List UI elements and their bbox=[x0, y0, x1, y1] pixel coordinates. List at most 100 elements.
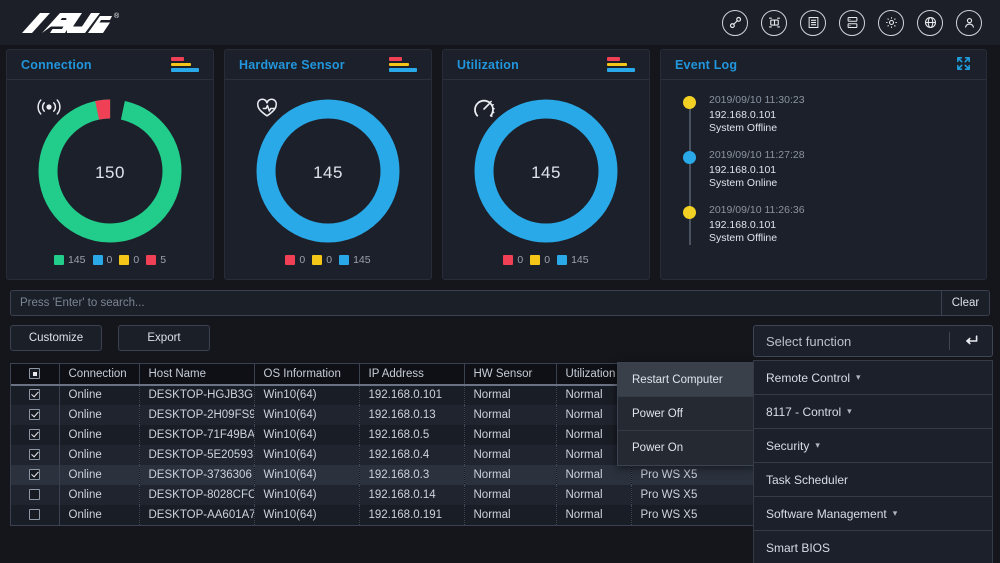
column-header-ip-address[interactable]: IP Address bbox=[359, 364, 464, 385]
user-icon[interactable] bbox=[956, 10, 982, 36]
context-menu-item-power-off[interactable]: Power Off bbox=[618, 397, 756, 431]
card-event-log: Event Log 2019/09/10 11:30:23 192.168.0.… bbox=[660, 49, 987, 280]
column-header-os-information[interactable]: OS Information bbox=[254, 364, 359, 385]
legend-value: 5 bbox=[160, 254, 166, 266]
cell-hw-sensor: Normal bbox=[464, 465, 556, 485]
event-item[interactable]: 2019/09/10 11:30:23 192.168.0.101 System… bbox=[683, 94, 986, 149]
column-header-hw-sensor[interactable]: HW Sensor bbox=[464, 364, 556, 385]
card-connection-body: 150 145 0 0 5 bbox=[7, 80, 213, 279]
search-input[interactable] bbox=[11, 291, 941, 315]
select-all-checkbox[interactable] bbox=[29, 368, 40, 379]
cell-ip-address: 192.168.0.191 bbox=[359, 505, 464, 525]
row-checkbox[interactable] bbox=[29, 489, 40, 500]
bar-chart-icon[interactable] bbox=[607, 57, 635, 72]
chevron-down-icon: ▾ bbox=[893, 508, 898, 519]
hardware-sensor-donut-chart: 145 bbox=[254, 97, 402, 245]
function-item-security[interactable]: Security ▾ bbox=[754, 428, 992, 462]
enter-arrow-icon[interactable] bbox=[950, 334, 992, 348]
chevron-down-icon: ▾ bbox=[847, 406, 852, 417]
top-bar: ® bbox=[0, 0, 1000, 45]
function-item-remote-control[interactable]: Remote Control ▾ bbox=[754, 360, 992, 394]
hardware-sensor-legend: 0 0 145 bbox=[285, 254, 370, 266]
event-status-dot bbox=[683, 151, 696, 164]
row-select-cell[interactable] bbox=[11, 425, 59, 445]
event-time: 2019/09/10 11:26:36 bbox=[709, 204, 986, 216]
function-item-8117-control[interactable]: 8117 - Control ▾ bbox=[754, 394, 992, 428]
card-utilization-body: 145 0 0 145 bbox=[443, 80, 649, 279]
row-checkbox[interactable] bbox=[29, 429, 40, 440]
network-link-icon[interactable] bbox=[722, 10, 748, 36]
cell-host-name: DESKTOP-5E20593 bbox=[139, 445, 254, 465]
legend-value: 0 bbox=[299, 254, 305, 266]
select-function-field[interactable]: Select function bbox=[753, 325, 993, 357]
cell-connection: Online bbox=[59, 425, 139, 445]
row-select-cell[interactable] bbox=[11, 465, 59, 485]
context-menu: Restart Computer Power Off Power On bbox=[617, 362, 757, 466]
cell-utilization: Normal bbox=[556, 465, 631, 485]
legend-item: 0 bbox=[503, 254, 523, 266]
export-button[interactable]: Export bbox=[118, 325, 210, 351]
event-item[interactable]: 2019/09/10 11:27:28 192.168.0.101 System… bbox=[683, 149, 986, 204]
cell-hw-sensor: Normal bbox=[464, 485, 556, 505]
row-checkbox[interactable] bbox=[29, 409, 40, 420]
chevron-down-icon: ▾ bbox=[856, 372, 861, 383]
chevron-down-icon: ▾ bbox=[815, 440, 820, 451]
legend-value: 0 bbox=[133, 254, 139, 266]
cell-os-information: Win10(64) bbox=[254, 445, 359, 465]
device-scan-icon[interactable] bbox=[761, 10, 787, 36]
row-select-cell[interactable] bbox=[11, 505, 59, 525]
row-checkbox[interactable] bbox=[29, 469, 40, 480]
event-status: System Offline bbox=[709, 122, 986, 134]
card-connection-header: Connection bbox=[7, 50, 213, 80]
cell-ip-address: 192.168.0.101 bbox=[359, 385, 464, 405]
cell-connection: Online bbox=[59, 465, 139, 485]
row-select-cell[interactable] bbox=[11, 405, 59, 425]
event-status: System Offline bbox=[709, 232, 986, 244]
cell-hw-sensor: Normal bbox=[464, 385, 556, 405]
context-menu-item-restart-computer[interactable]: Restart Computer bbox=[618, 363, 756, 397]
select-all-header[interactable] bbox=[11, 364, 59, 385]
bar-chart-icon[interactable] bbox=[171, 57, 199, 72]
column-header-host-name[interactable]: Host Name bbox=[139, 364, 254, 385]
document-list-icon[interactable] bbox=[800, 10, 826, 36]
event-status-dot bbox=[683, 206, 696, 219]
globe-icon[interactable] bbox=[917, 10, 943, 36]
event-item[interactable]: 2019/09/10 11:26:36 192.168.0.101 System… bbox=[683, 204, 986, 259]
card-hardware-sensor-body: 145 0 0 145 bbox=[225, 80, 431, 279]
asus-logo[interactable]: ® bbox=[20, 11, 119, 35]
utilization-legend: 0 0 145 bbox=[503, 254, 588, 266]
cell-connection: Online bbox=[59, 485, 139, 505]
customize-button[interactable]: Customize bbox=[10, 325, 102, 351]
cell-hw-sensor: Normal bbox=[464, 445, 556, 465]
legend-item: 0 bbox=[119, 254, 139, 266]
bar-chart-icon[interactable] bbox=[389, 57, 417, 72]
row-select-cell[interactable] bbox=[11, 445, 59, 465]
event-status: System Online bbox=[709, 177, 986, 189]
context-menu-item-power-on[interactable]: Power On bbox=[618, 431, 756, 465]
legend-value: 0 bbox=[544, 254, 550, 266]
row-checkbox[interactable] bbox=[29, 449, 40, 460]
legend-item: 145 bbox=[54, 254, 86, 266]
event-list: 2019/09/10 11:30:23 192.168.0.101 System… bbox=[683, 94, 986, 259]
card-utilization: Utilization bbox=[442, 49, 650, 280]
server-rack-icon[interactable] bbox=[839, 10, 865, 36]
row-select-cell[interactable] bbox=[11, 385, 59, 405]
function-item-smart-bios[interactable]: Smart BIOS bbox=[754, 530, 992, 563]
function-item-task-scheduler[interactable]: Task Scheduler bbox=[754, 462, 992, 496]
card-utilization-header: Utilization bbox=[443, 50, 649, 80]
row-checkbox[interactable] bbox=[29, 509, 40, 520]
row-checkbox[interactable] bbox=[29, 389, 40, 400]
function-item-label: Remote Control bbox=[766, 371, 850, 385]
clear-button[interactable]: Clear bbox=[941, 291, 989, 315]
function-item-label: 8117 - Control bbox=[766, 405, 841, 419]
row-select-cell[interactable] bbox=[11, 485, 59, 505]
search-row: Clear bbox=[0, 280, 1000, 316]
cell-ip-address: 192.168.0.3 bbox=[359, 465, 464, 485]
column-header-connection[interactable]: Connection bbox=[59, 364, 139, 385]
gear-icon[interactable] bbox=[878, 10, 904, 36]
connection-total-value: 150 bbox=[95, 163, 125, 183]
legend-value: 145 bbox=[353, 254, 371, 266]
function-item-software-management[interactable]: Software Management ▾ bbox=[754, 496, 992, 530]
expand-icon[interactable] bbox=[955, 55, 972, 75]
cell-host-name: DESKTOP-71F49BA bbox=[139, 425, 254, 445]
